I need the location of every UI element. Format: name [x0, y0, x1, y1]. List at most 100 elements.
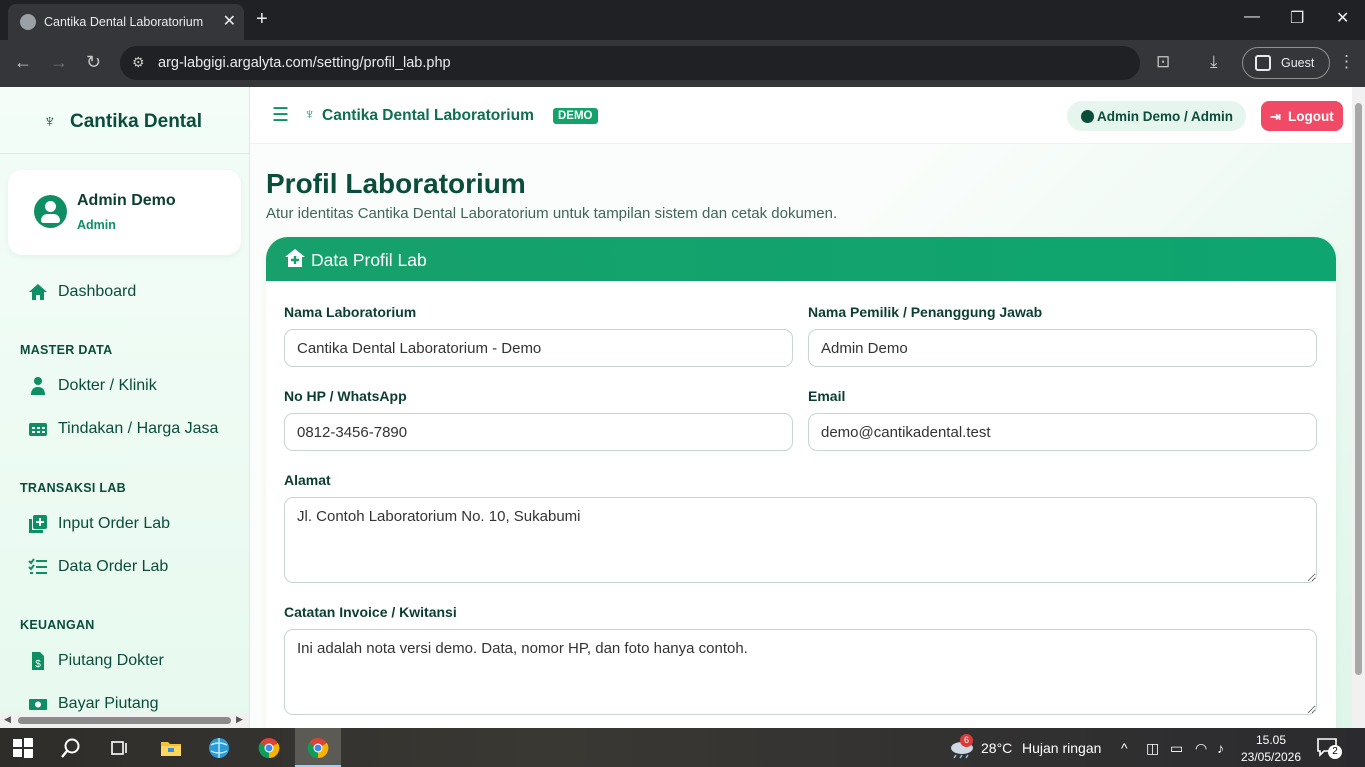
chrome-icon: [307, 738, 329, 759]
meet-icon[interactable]: ◫: [1146, 740, 1159, 757]
sidebar-item-label: Bayar Piutang: [58, 695, 159, 712]
back-icon[interactable]: ←: [14, 52, 32, 73]
pemilik-label: Nama Pemilik / Penanggung Jawab: [808, 304, 1043, 320]
user-pill[interactable]: Admin Demo / Admin: [1067, 101, 1246, 131]
table-icon: [28, 419, 48, 439]
browser-tab-bar: Cantika Dental Laboratorium ✕ + — ❐ ✕: [0, 0, 1365, 40]
catatan-textarea[interactable]: Ini adalah nota versi demo. Data, nomor …: [284, 629, 1317, 715]
show-hidden-icons-icon[interactable]: ^: [1121, 740, 1128, 756]
site-favicon-icon: [20, 14, 36, 30]
section-master-data: MASTER DATA: [20, 343, 113, 357]
no-hp-label: No HP / WhatsApp: [284, 388, 407, 404]
site-info-icon[interactable]: ⚙: [132, 54, 145, 71]
email-input[interactable]: [808, 413, 1317, 451]
demo-badge: DEMO: [553, 108, 598, 124]
chrome-active-taskbar-button[interactable]: [295, 728, 341, 767]
hospital-icon: [285, 249, 305, 267]
sidebar-item-label: Input Order Lab: [58, 515, 171, 532]
windows-taskbar: 6 28°C Hujan ringan ^ ◫ ▭ ◠ ♪ 15.05 23/0…: [0, 728, 1365, 767]
start-button[interactable]: [0, 728, 46, 767]
weather-temperature: 28°C: [981, 740, 1013, 756]
doctor-icon: [28, 376, 48, 396]
sidebar-item-label: Dashboard: [58, 283, 137, 300]
scrollbar-thumb[interactable]: [18, 717, 231, 724]
card-title: Data Profil Lab: [311, 250, 427, 270]
volume-icon[interactable]: ♪: [1217, 740, 1224, 756]
tooth-icon: ♆: [304, 106, 316, 123]
user-role: Admin: [77, 218, 116, 232]
sidebar: ♆ Cantika Dental Admin Demo Admin Dashbo…: [0, 87, 250, 728]
sidebar-item-label: Data Order Lab: [58, 558, 169, 575]
user-circle-icon: [1081, 110, 1094, 123]
notification-button[interactable]: 2: [1316, 737, 1342, 759]
profile-button[interactable]: Guest: [1242, 47, 1330, 79]
hamburger-menu-icon[interactable]: ☰: [272, 104, 289, 127]
scrollbar-thumb[interactable]: [1355, 103, 1362, 675]
sidebar-item-dashboard[interactable]: Dashboard: [0, 274, 249, 310]
sidebar-item-label: Tindakan / Harga Jasa: [58, 420, 219, 437]
chrome-taskbar-button[interactable]: [246, 728, 292, 767]
app-title: Cantika Dental Laboratorium: [322, 107, 534, 124]
folder-icon: [161, 742, 181, 756]
battery-icon[interactable]: ▭: [1170, 740, 1183, 757]
tooth-icon: ♆: [43, 111, 57, 131]
sign-out-icon: ⇥: [1270, 109, 1281, 124]
scroll-left-icon[interactable]: ◀: [4, 714, 11, 725]
tab-title: Cantika Dental Laboratorium: [44, 15, 204, 29]
user-pill-label: Admin Demo / Admin: [1097, 109, 1234, 124]
browser-tab[interactable]: Cantika Dental Laboratorium ✕: [8, 4, 244, 40]
clock-time: 15.05: [1255, 733, 1287, 747]
sidebar-brand[interactable]: ♆ Cantika Dental: [0, 87, 249, 154]
url-text: arg-labgigi.argalyta.com/setting/profil_…: [158, 55, 451, 71]
sidebar-item-dokter[interactable]: Dokter / Klinik: [0, 368, 249, 404]
sidebar-horizontal-scrollbar[interactable]: ◀ ▶: [0, 713, 249, 728]
reload-icon[interactable]: ↻: [86, 52, 101, 73]
nama-lab-label: Nama Laboratorium: [284, 304, 417, 320]
close-window-icon[interactable]: ✕: [1336, 8, 1349, 28]
page-vertical-scrollbar[interactable]: [1352, 87, 1365, 728]
download-icon[interactable]: ⤓: [1210, 52, 1218, 72]
user-card: Admin Demo Admin: [8, 170, 241, 255]
app-globe-button[interactable]: [196, 728, 242, 767]
close-tab-icon[interactable]: ✕: [223, 11, 236, 31]
section-keuangan: KEUANGAN: [20, 618, 95, 632]
menu-icon[interactable]: ⋮: [1338, 52, 1355, 72]
nama-lab-input[interactable]: [284, 329, 793, 367]
alamat-textarea[interactable]: Jl. Contoh Laboratorium No. 10, Sukabumi: [284, 497, 1317, 583]
alamat-label: Alamat: [284, 472, 331, 488]
restore-icon[interactable]: ❐: [1290, 8, 1304, 28]
search-tab-icon[interactable]: ⊡: [1156, 52, 1170, 72]
wifi-icon[interactable]: ◠: [1195, 740, 1207, 757]
user-name: Admin Demo: [77, 192, 176, 209]
weather-widget[interactable]: 6 28°C Hujan ringan: [946, 728, 1106, 767]
web-page: ♆ Cantika Dental Admin Demo Admin Dashbo…: [0, 87, 1352, 728]
logout-label: Logout: [1288, 109, 1334, 124]
sidebar-item-input-order[interactable]: Input Order Lab: [0, 506, 249, 542]
list-check-icon: [28, 557, 48, 577]
page-subtitle: Atur identitas Cantika Dental Laboratori…: [266, 205, 838, 222]
logout-button[interactable]: ⇥ Logout: [1261, 101, 1343, 131]
svg-text:$: $: [35, 659, 41, 670]
clock-date: 23/05/2026: [1240, 750, 1302, 764]
brand-name: Cantika Dental: [70, 111, 202, 132]
sidebar-item-data-order[interactable]: Data Order Lab: [0, 549, 249, 585]
weather-description: Hujan ringan: [1022, 740, 1102, 756]
forward-icon[interactable]: →: [50, 52, 68, 73]
scroll-right-icon[interactable]: ▶: [236, 714, 243, 725]
chrome-icon: [258, 738, 280, 759]
search-icon: [61, 738, 80, 758]
address-bar[interactable]: ⚙ arg-labgigi.argalyta.com/setting/profi…: [120, 46, 1140, 80]
file-explorer-button[interactable]: [148, 728, 194, 767]
sidebar-item-label: Dokter / Klinik: [58, 377, 157, 394]
clock[interactable]: 15.05 23/05/2026: [1240, 731, 1302, 765]
search-taskbar-button[interactable]: [48, 728, 94, 767]
weather-badge: 6: [960, 734, 973, 747]
sidebar-item-tindakan[interactable]: Tindakan / Harga Jasa: [0, 411, 249, 447]
task-view-button[interactable]: [96, 728, 142, 767]
user-avatar-icon: [34, 195, 67, 228]
new-tab-icon[interactable]: +: [256, 8, 268, 31]
sidebar-item-piutang[interactable]: $ Piutang Dokter: [0, 643, 249, 679]
pemilik-input[interactable]: [808, 329, 1317, 367]
minimize-icon[interactable]: —: [1244, 8, 1260, 26]
no-hp-input[interactable]: [284, 413, 793, 451]
